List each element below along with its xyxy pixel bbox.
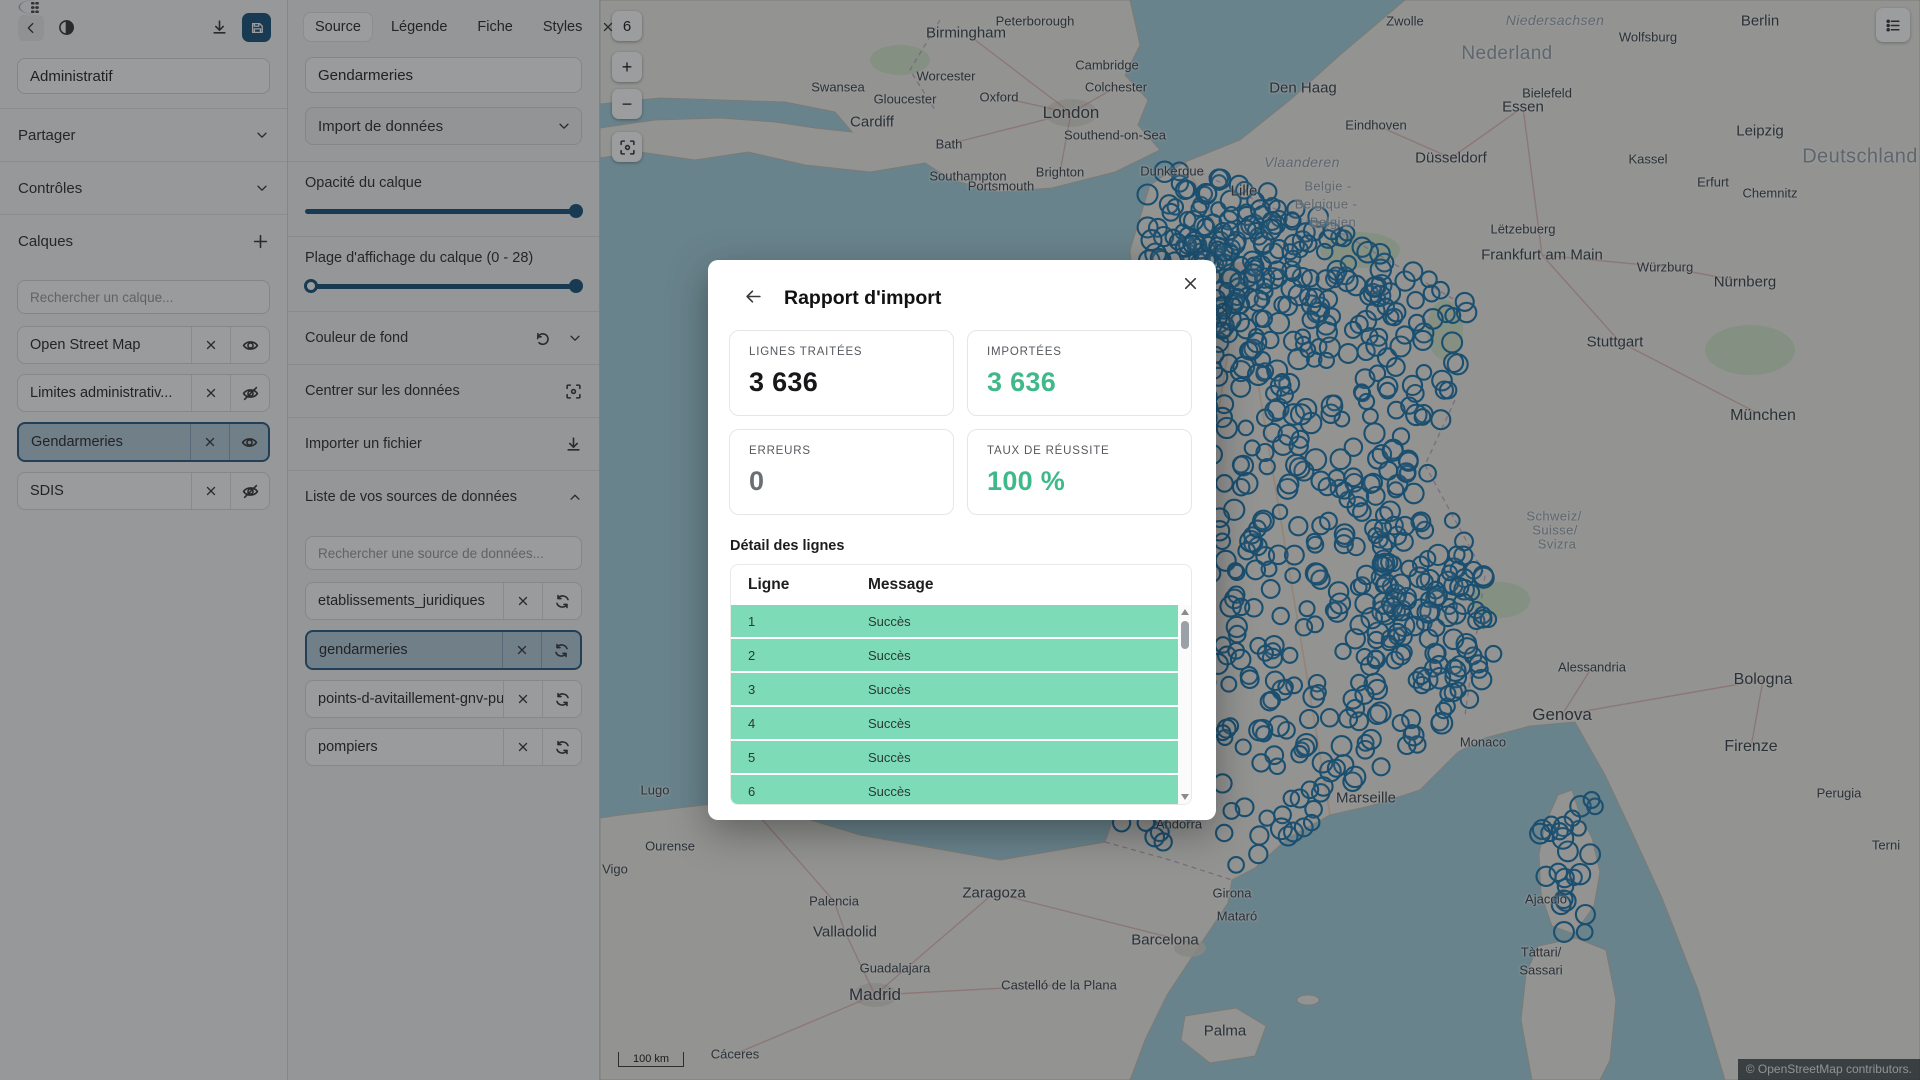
row-line-number: 6 — [731, 784, 868, 799]
row-message: Succès — [868, 682, 1178, 697]
stat-label: ERREURS — [749, 445, 934, 457]
column-header-ligne: Ligne — [731, 576, 868, 594]
stat-label: IMPORTÉES — [987, 346, 1172, 358]
report-table-header: Ligne Message — [731, 565, 1191, 605]
column-header-message: Message — [868, 576, 1191, 594]
report-row: 2Succès — [731, 639, 1178, 671]
report-row: 3Succès — [731, 673, 1178, 705]
modal-back-button[interactable] — [745, 288, 762, 309]
import-stats: LIGNES TRAITÉES 3 636 IMPORTÉES 3 636 ERREUR… — [708, 310, 1216, 515]
row-message: Succès — [868, 716, 1178, 731]
scroll-thumb[interactable] — [1181, 621, 1189, 649]
row-message: Succès — [868, 614, 1178, 629]
report-table: Ligne Message 1Succès2Succès3Succès4Succ… — [730, 564, 1192, 805]
stat-card-lignes-trait-es: LIGNES TRAITÉES 3 636 — [729, 330, 954, 416]
modal-title: Rapport d'import — [784, 287, 941, 310]
scroll-up-arrow[interactable] — [1181, 609, 1189, 615]
row-line-number: 2 — [731, 648, 868, 663]
row-message: Succès — [868, 784, 1178, 799]
report-row: 1Succès — [731, 605, 1178, 637]
stat-label: LIGNES TRAITÉES — [749, 346, 934, 358]
stat-value: 100 % — [987, 466, 1172, 497]
arrow-left-icon — [745, 288, 762, 305]
stat-value: 0 — [749, 466, 934, 497]
stat-card-import-es: IMPORTÉES 3 636 — [967, 330, 1192, 416]
report-row: 6Succès — [731, 775, 1178, 805]
stat-value: 3 636 — [987, 367, 1172, 398]
report-table-body: 1Succès2Succès3Succès4Succès5Succès6Succ… — [731, 605, 1178, 804]
row-message: Succès — [868, 648, 1178, 663]
detail-title: Détail des lignes — [708, 515, 1216, 564]
stat-value: 3 636 — [749, 367, 934, 398]
row-line-number: 4 — [731, 716, 868, 731]
report-row: 5Succès — [731, 741, 1178, 773]
stat-label: TAUX DE RÉUSSITE — [987, 445, 1172, 457]
row-line-number: 5 — [731, 750, 868, 765]
modal-header: Rapport d'import — [708, 260, 1216, 310]
row-line-number: 3 — [731, 682, 868, 697]
table-scrollbar[interactable] — [1178, 605, 1191, 804]
modal-close-button[interactable] — [1182, 275, 1199, 292]
row-message: Succès — [868, 750, 1178, 765]
scroll-down-arrow[interactable] — [1181, 794, 1189, 800]
import-report-modal: Rapport d'import LIGNES TRAITÉES3 636IMP… — [708, 260, 1216, 820]
row-line-number: 1 — [731, 614, 868, 629]
report-row: 4Succès — [731, 707, 1178, 739]
stat-card-erreurs: ERREURS 0 — [729, 429, 954, 515]
close-icon — [1182, 275, 1199, 292]
stat-card-taux-de-r-ussite: TAUX DE RÉUSSITE 100 % — [967, 429, 1192, 515]
